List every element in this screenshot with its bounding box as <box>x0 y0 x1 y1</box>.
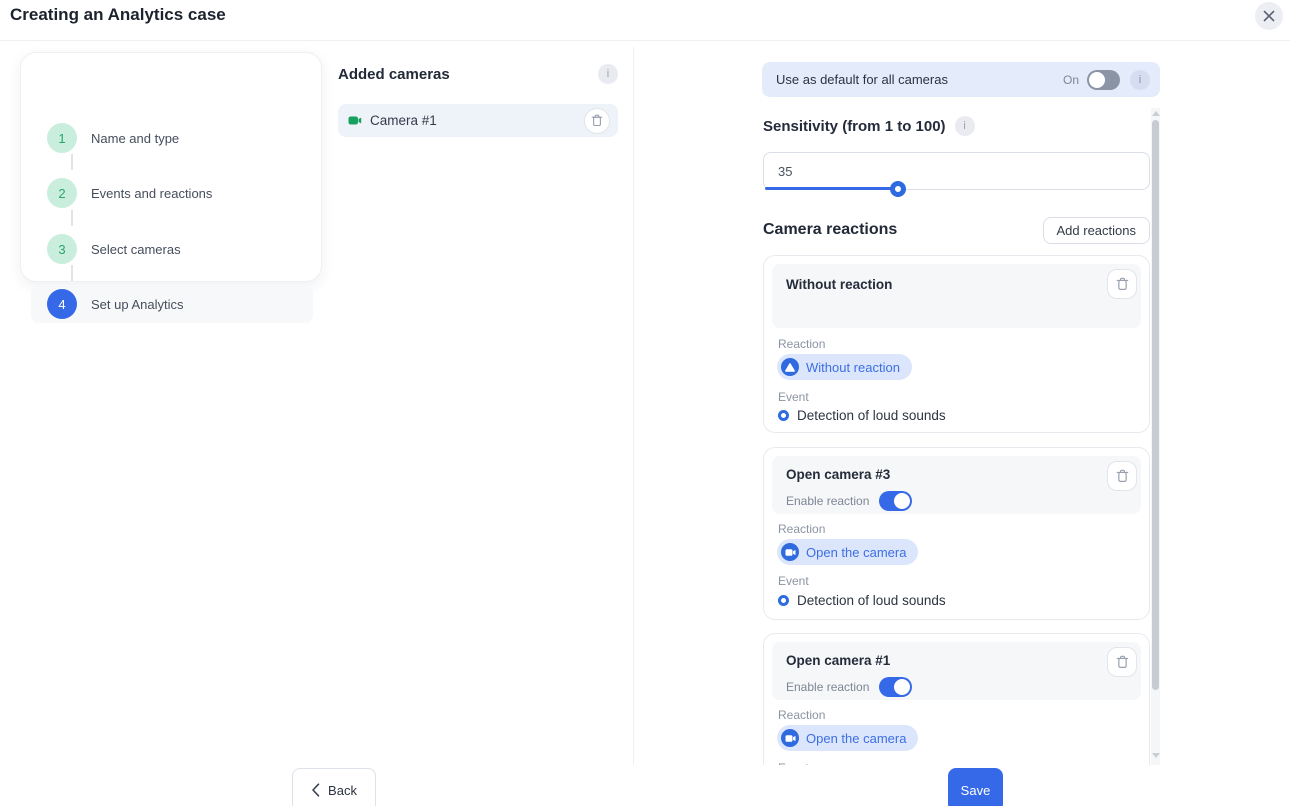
reaction-card-without-reaction: Without reaction Reaction Without reacti… <box>763 255 1150 433</box>
trash-icon <box>1116 277 1129 291</box>
save-button[interactable]: Save <box>948 768 1003 806</box>
delete-reaction-button[interactable] <box>1107 647 1137 677</box>
step-number-badge: 4 <box>47 289 77 319</box>
enable-reaction-toggle[interactable] <box>879 491 912 511</box>
reaction-label: Reaction <box>778 522 825 536</box>
info-icon[interactable]: i <box>955 116 975 136</box>
trash-icon <box>1116 469 1129 483</box>
back-button[interactable]: Back <box>292 768 376 806</box>
reaction-card-title: Without reaction <box>786 277 1127 292</box>
camera-name: Camera #1 <box>370 113 576 128</box>
enable-reaction-label: Enable reaction <box>786 680 869 694</box>
event-text: Detection of loud sounds <box>797 408 946 423</box>
enable-reaction-row: Enable reaction <box>786 677 1127 697</box>
list-item-camera-1[interactable]: Camera #1 <box>338 104 618 137</box>
modal-creating-analytics-case: Creating an Analytics case 1 Name and ty… <box>0 0 1290 806</box>
back-button-label: Back <box>328 783 357 798</box>
reaction-chip[interactable]: Open the camera <box>777 725 918 751</box>
stepper-step-set-up-analytics[interactable]: 4 Set up Analytics <box>31 285 313 323</box>
event-label: Event <box>778 574 809 588</box>
reaction-label: Reaction <box>778 337 825 351</box>
reaction-card-open-camera-1: Open camera #1 Enable reaction Reaction … <box>763 633 1150 765</box>
toggle-knob <box>1089 72 1105 88</box>
camera-reactions-title: Camera reactions <box>763 221 897 239</box>
step-connector <box>71 210 73 226</box>
trash-icon <box>1116 655 1129 669</box>
event-row: Detection of loud sounds <box>778 593 946 608</box>
reaction-label: Reaction <box>778 708 825 722</box>
camera-icon <box>781 729 799 747</box>
reaction-chip-label: Without reaction <box>806 360 900 375</box>
stepper-step-name-and-type[interactable]: 1 Name and type <box>31 119 313 157</box>
sensitivity-header: Sensitivity (from 1 to 100) i <box>763 116 975 136</box>
step-connector <box>71 154 73 170</box>
scrollbar-thumb[interactable] <box>1152 120 1159 690</box>
reaction-card-head: Without reaction <box>772 264 1141 328</box>
enable-reaction-label: Enable reaction <box>786 494 869 508</box>
enable-reaction-toggle[interactable] <box>879 677 912 697</box>
step-label: Select cameras <box>91 242 181 257</box>
reaction-chip[interactable]: Without reaction <box>777 354 912 380</box>
reaction-card-open-camera-3: Open camera #3 Enable reaction Reaction … <box>763 447 1150 620</box>
toggle-state-label: On <box>1063 73 1079 87</box>
sensitivity-slider-track[interactable] <box>765 187 898 190</box>
info-icon[interactable]: i <box>598 64 618 84</box>
event-label: Event <box>778 761 809 765</box>
stepper-step-events-and-reactions[interactable]: 2 Events and reactions <box>31 174 313 212</box>
stepper: 1 Name and type 2 Events and reactions 3… <box>20 52 322 282</box>
added-cameras-header: Added cameras i <box>338 63 618 85</box>
toggle-knob <box>894 679 910 695</box>
reaction-card-head: Open camera #3 Enable reaction <box>772 456 1141 514</box>
use-as-default-toggle[interactable] <box>1087 70 1120 90</box>
step-number-badge: 3 <box>47 234 77 264</box>
step-label: Name and type <box>91 131 179 146</box>
step-number-badge: 1 <box>47 123 77 153</box>
column-divider <box>633 47 634 765</box>
no-reaction-icon <box>781 358 799 376</box>
step-number-badge: 2 <box>47 178 77 208</box>
modal-body: 1 Name and type 2 Events and reactions 3… <box>0 0 1290 765</box>
event-dot-icon <box>778 595 789 606</box>
reaction-card-title: Open camera #1 <box>786 653 1127 668</box>
add-reactions-button[interactable]: Add reactions <box>1043 217 1151 244</box>
event-text: Detection of loud sounds <box>797 593 946 608</box>
reaction-chip-label: Open the camera <box>806 545 906 560</box>
delete-camera-button[interactable] <box>584 108 610 134</box>
scrollbar-up-arrow[interactable] <box>1152 111 1160 116</box>
enable-reaction-row: Enable reaction <box>786 491 1127 511</box>
use-as-default-label: Use as default for all cameras <box>776 72 1063 87</box>
reaction-card-title: Open camera #3 <box>786 467 1127 482</box>
scrollbar-down-arrow[interactable] <box>1152 753 1160 758</box>
reaction-chip[interactable]: Open the camera <box>777 539 918 565</box>
sensitivity-slider-handle[interactable] <box>890 181 906 197</box>
added-cameras-title: Added cameras <box>338 66 450 83</box>
reaction-card-head: Open camera #1 Enable reaction <box>772 642 1141 700</box>
trash-icon <box>591 114 603 127</box>
sensitivity-title: Sensitivity (from 1 to 100) <box>763 118 946 135</box>
delete-reaction-button[interactable] <box>1107 269 1137 299</box>
event-row: Detection of loud sounds <box>778 408 946 423</box>
step-label: Set up Analytics <box>91 297 184 312</box>
stepper-step-select-cameras[interactable]: 3 Select cameras <box>31 230 313 268</box>
event-dot-icon <box>778 410 789 421</box>
use-as-default-bar: Use as default for all cameras On i <box>762 62 1160 97</box>
camera-reactions-header: Camera reactions Add reactions <box>763 216 1150 244</box>
toggle-knob <box>894 493 910 509</box>
info-icon[interactable]: i <box>1130 70 1150 90</box>
camera-icon <box>781 543 799 561</box>
step-label: Events and reactions <box>91 186 212 201</box>
chevron-left-icon <box>311 783 320 797</box>
sensitivity-input[interactable] <box>763 152 1150 190</box>
event-label: Event <box>778 390 809 404</box>
delete-reaction-button[interactable] <box>1107 461 1137 491</box>
camera-icon <box>348 115 362 126</box>
step-connector <box>71 265 73 281</box>
reaction-chip-label: Open the camera <box>806 731 906 746</box>
